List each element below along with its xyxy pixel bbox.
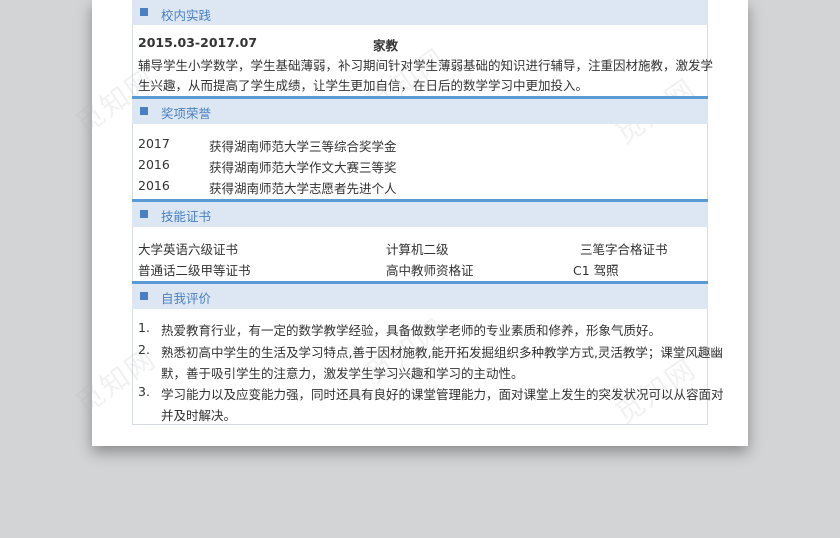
square-bullet-icon [140, 210, 148, 218]
skill-item: 三笔字合格证书 [580, 242, 668, 257]
award-text: 获得湖南师范大学志愿者先进个人 [209, 181, 397, 196]
section-header-practice: 校内实践 [132, 0, 708, 25]
skill-item: 普通话二级甲等证书 [138, 263, 251, 278]
award-text: 获得湖南师范大学作文大赛三等奖 [209, 160, 397, 175]
skill-item: 大学英语六级证书 [138, 242, 239, 257]
section-title: 技能证书 [161, 209, 212, 224]
section-header-skills: 技能证书 [132, 199, 708, 227]
eval-line: 熟悉初高中学生的生活及学习特点,善于因材施教,能开拓发掘组织多种教学方式,灵活教… [161, 345, 723, 360]
practice-period: 2015.03-2017.07 [138, 35, 258, 50]
eval-line: 默，善于吸引学生的注意力，激发学生学习兴趣和学习的主动性。 [161, 366, 524, 381]
eval-line: 并及时解决。 [161, 408, 237, 423]
square-bullet-icon [140, 8, 148, 16]
section-title: 校内实践 [161, 8, 212, 23]
award-year: 2016 [138, 178, 170, 193]
skill-item: 计算机二级 [386, 242, 449, 257]
award-text: 获得湖南师范大学三等综合奖学金 [209, 139, 397, 154]
practice-desc-line: 辅导学生小学数学，学生基础薄弱，补习期间针对学生薄弱基础的知识进行辅导，注重因材… [138, 58, 714, 73]
section-header-self-eval: 自我评价 [132, 281, 708, 309]
square-bullet-icon [140, 292, 148, 300]
eval-number: 3. [138, 384, 150, 399]
eval-number: 2. [138, 342, 150, 357]
award-year: 2016 [138, 157, 170, 172]
practice-desc-line: 生兴趣，从而提高了学生成绩，让学生更加自信，在日后的数学学习中更加投入。 [138, 78, 589, 93]
practice-role: 家教 [373, 38, 399, 53]
eval-line: 热爱教育行业，有一定的数学教学经验，具备做数学老师的专业素质和修养，形象气质好。 [161, 323, 662, 338]
skill-item: 高中教师资格证 [386, 263, 474, 278]
skill-item: C1 驾照 [573, 263, 619, 278]
section-title: 自我评价 [161, 291, 212, 306]
square-bullet-icon [140, 107, 148, 115]
eval-number: 1. [138, 320, 150, 335]
eval-line: 学习能力以及应变能力强，同时还具有良好的课堂管理能力，面对课堂上发生的突发状况可… [161, 387, 724, 402]
section-title: 奖项荣誉 [161, 106, 212, 121]
section-header-awards: 奖项荣誉 [132, 96, 708, 124]
award-year: 2017 [138, 136, 170, 151]
